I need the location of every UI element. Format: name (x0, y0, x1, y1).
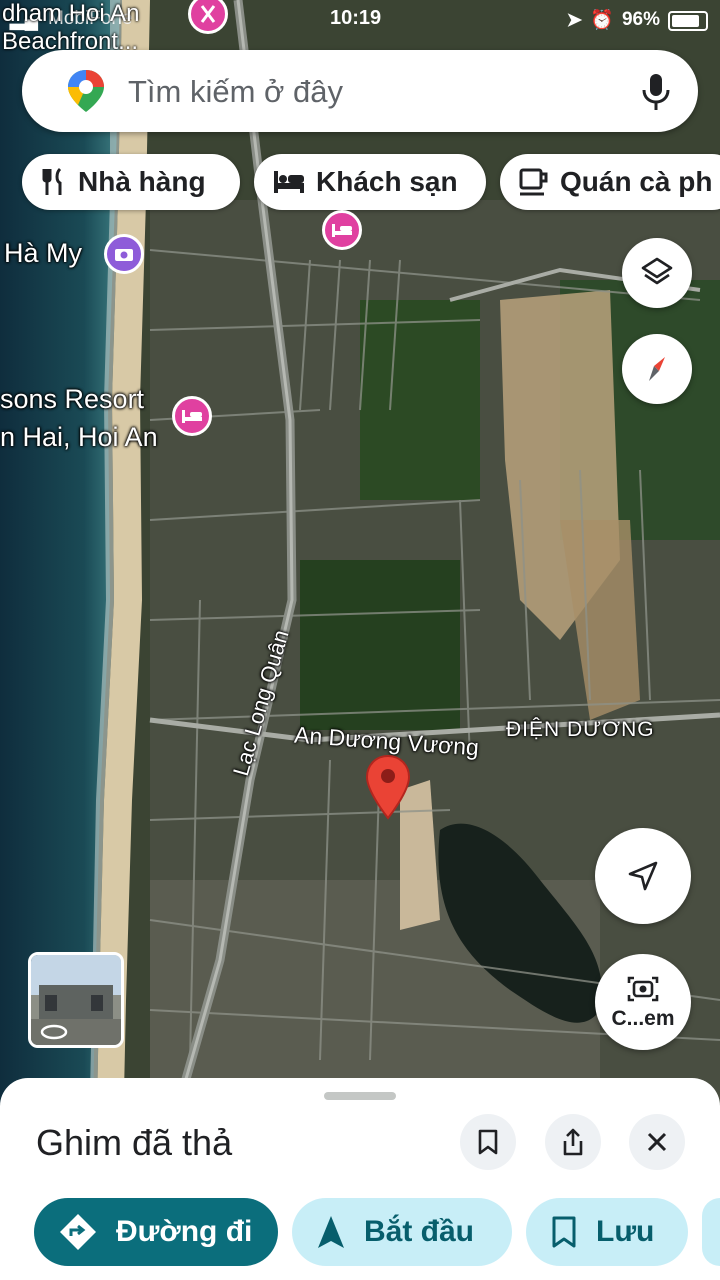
coffee-cup-icon (519, 168, 548, 196)
resort-hotel-poi-icon[interactable] (172, 396, 212, 436)
more-actions-button[interactable] (702, 1198, 720, 1266)
alarm-icon: ⏰ (590, 10, 614, 31)
district-label-dien-duong: ĐIỆN DƯƠNG (506, 718, 655, 741)
chip-coffee[interactable]: Quán cà ph (500, 154, 720, 210)
camera-small-icon (115, 249, 133, 261)
directions-label: Đường đi (116, 1215, 253, 1248)
compass-icon (649, 357, 665, 381)
camera-search-label: C...em (611, 1007, 675, 1030)
partial-place-label-text: dham Hoi An Beachfront... (2, 0, 140, 55)
start-button[interactable]: Bắt đầu (292, 1198, 512, 1266)
save-bookmark-icon (552, 1216, 576, 1248)
my-location-button[interactable] (595, 828, 691, 924)
bookmark-button[interactable] (460, 1114, 516, 1170)
battery-icon (668, 11, 708, 31)
directions-button[interactable]: Đường đi (34, 1198, 278, 1266)
close-button[interactable] (629, 1114, 685, 1170)
dropped-pin-icon[interactable] (364, 754, 412, 822)
utensils-icon (200, 5, 216, 23)
drag-handle[interactable] (324, 1092, 396, 1100)
layers-icon (641, 257, 673, 285)
google-maps-pin-icon (68, 70, 104, 112)
hotel-bed-icon (274, 171, 304, 193)
camera-lens-icon (627, 976, 659, 1002)
save-label: Lưu (596, 1215, 655, 1248)
chip-label: Quán cà ph (560, 166, 713, 197)
partial-place-label[interactable]: dham Hoi An Beachfront... (2, 0, 139, 56)
status-right-group: ➤ ⏰ 96% (566, 8, 660, 32)
battery-percent: 96% (621, 9, 660, 30)
search-bar[interactable]: Tìm kiếm ở đây (22, 50, 698, 132)
microphone-icon[interactable] (638, 72, 674, 112)
location-arrow-icon: ➤ (566, 9, 583, 31)
share-icon (563, 1128, 583, 1156)
layers-button[interactable] (622, 238, 692, 308)
battery-level-fill (672, 15, 699, 27)
bed-small-icon (332, 224, 352, 237)
save-button[interactable]: Lưu (526, 1198, 688, 1266)
restaurant-icon (42, 167, 62, 195)
share-button[interactable] (545, 1114, 601, 1170)
close-icon (647, 1132, 667, 1152)
search-input[interactable]: Tìm kiếm ở đây (128, 74, 343, 110)
hotel-poi-icon[interactable] (322, 210, 362, 250)
place-label-resort-line1[interactable]: sons Resort (0, 384, 144, 415)
navigation-start-icon (318, 1216, 344, 1248)
chip-restaurants[interactable]: Nhà hàng (22, 154, 240, 210)
street-view-thumbnail[interactable] (28, 952, 124, 1048)
chip-label: Khách sạn (316, 166, 458, 197)
start-label: Bắt đầu (364, 1215, 475, 1248)
bed-small-icon (182, 410, 202, 423)
compass-button[interactable] (622, 334, 692, 404)
chip-label: Nhà hàng (78, 166, 206, 197)
bookmark-icon (478, 1129, 498, 1155)
place-label-resort-line2[interactable]: n Hai, Hoi An (0, 422, 158, 453)
place-title: Ghim đã thả (36, 1122, 233, 1163)
place-bottom-sheet[interactable]: Ghim đã thả Đường đi Bắt đầu Lưu (0, 1078, 720, 1280)
photo-poi-icon[interactable] (104, 234, 144, 274)
rotate-360-icon (40, 1024, 68, 1040)
status-time: 10:19 (330, 7, 382, 29)
place-label-ha-my[interactable]: Hà My (4, 238, 82, 269)
camera-search-button[interactable]: C...em (595, 954, 691, 1050)
directions-icon (60, 1214, 96, 1250)
chip-hotels[interactable]: Khách sạn (254, 154, 486, 210)
navigation-arrow-icon (628, 861, 658, 891)
